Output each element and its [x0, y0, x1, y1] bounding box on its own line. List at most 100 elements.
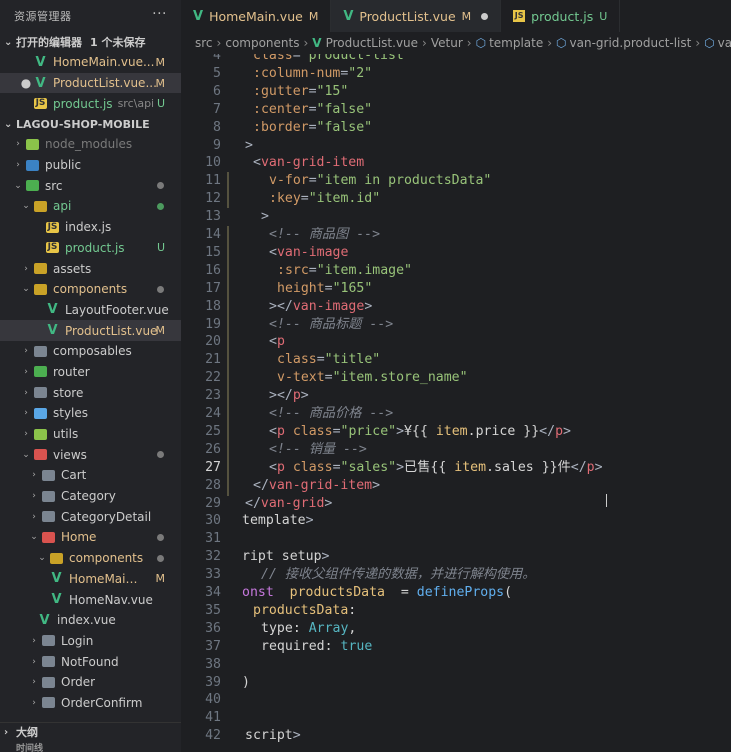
code-line[interactable]: 16:src="item.image": [181, 262, 731, 280]
code-line[interactable]: 9 >: [181, 137, 731, 155]
folder-icon: [42, 635, 55, 647]
tree-folder[interactable]: › Category: [0, 486, 181, 507]
line-number: 26: [205, 441, 221, 457]
tree-folder[interactable]: ⌄ Home: [0, 527, 181, 548]
tree-folder[interactable]: › NotFound: [0, 651, 181, 672]
code-line[interactable]: 5:column-num="2": [181, 65, 731, 83]
tab-product-js[interactable]: JS product.js U: [501, 0, 621, 32]
tree-folder[interactable]: › Login: [0, 631, 181, 652]
code-line[interactable]: 25 <p class="price">¥{{ item.price }}</p>: [181, 423, 731, 441]
unsaved-dot-icon[interactable]: [481, 12, 489, 20]
code-line[interactable]: 15 <van-image: [181, 244, 731, 262]
open-editor-item-active[interactable]: ● V ProductList.vue... M: [0, 72, 181, 94]
tree-folder[interactable]: › assets: [0, 258, 181, 279]
code-line[interactable]: 36 type: Array,: [181, 620, 731, 638]
tree-folder[interactable]: ⌄ api: [0, 196, 181, 217]
tree-label: Login: [61, 633, 94, 648]
code-line[interactable]: 18 ></van-image>: [181, 298, 731, 316]
open-editor-item[interactable]: JS product.js src\api U: [0, 93, 181, 114]
tree-folder[interactable]: › node_modules: [0, 134, 181, 155]
tree-folder[interactable]: ⌄ components: [0, 548, 181, 569]
code-line[interactable]: 10 <van-grid-item: [181, 154, 731, 172]
tree-file-active[interactable]: V ProductList.vue M: [0, 320, 181, 341]
breadcrumb-item[interactable]: components: [225, 36, 299, 50]
outline-section[interactable]: › 大纲: [0, 723, 181, 741]
breadcrumb-item[interactable]: ProductList.vue: [326, 36, 418, 50]
code-line[interactable]: 23 ></p>: [181, 387, 731, 405]
code-line[interactable]: 30 template>: [181, 512, 731, 530]
breadcrumb-item[interactable]: template: [489, 36, 543, 50]
code-line[interactable]: 34 onst productsData = defineProps(: [181, 584, 731, 602]
tree-folder[interactable]: › styles: [0, 403, 181, 424]
tree-file[interactable]: V index.vue: [0, 610, 181, 631]
tree-folder[interactable]: › public: [0, 155, 181, 176]
code-line[interactable]: 20 <p: [181, 333, 731, 351]
tree-folder[interactable]: › utils: [0, 424, 181, 445]
chevron-right-icon: ›: [24, 408, 28, 419]
tree-folder[interactable]: › router: [0, 362, 181, 383]
breadcrumb-item[interactable]: src: [195, 36, 213, 50]
tree-folder[interactable]: › composables: [0, 341, 181, 362]
tree-file[interactable]: JS product.js U: [0, 238, 181, 259]
tab-productlist[interactable]: V ProductList.vue M: [331, 0, 502, 32]
breadcrumb-item[interactable]: Vetur: [431, 36, 463, 50]
code-line[interactable]: 32 ript setup>: [181, 548, 731, 566]
code-line[interactable]: 12:key="item.id": [181, 190, 731, 208]
unsaved-dot-icon[interactable]: ●: [20, 76, 32, 90]
code-line[interactable]: 6:gutter="15": [181, 83, 731, 101]
code-line[interactable]: 19 <!-- 商品标题 -->: [181, 316, 731, 334]
code-line[interactable]: 31: [181, 530, 731, 548]
project-section[interactable]: ⌄ LAGOU-SHOP-MOBILE: [0, 114, 181, 134]
code-line[interactable]: 41: [181, 709, 731, 727]
code-line[interactable]: 38: [181, 656, 731, 674]
line-number: 36: [205, 620, 221, 636]
open-editor-item[interactable]: V HomeMain.vue... M: [0, 52, 181, 73]
code-line[interactable]: 22 v-text="item.store_name": [181, 369, 731, 387]
line-number: 29: [205, 495, 221, 511]
tree-folder[interactable]: › Cart: [0, 465, 181, 486]
code-line[interactable]: 29 </van-grid>: [181, 495, 731, 513]
code-line[interactable]: 27 <p class="sales">已售{{ item.sales }}件</…: [181, 459, 731, 477]
tree-folder[interactable]: › OrderConfirm: [0, 693, 181, 714]
code-line[interactable]: 8:border="false": [181, 119, 731, 137]
code-line[interactable]: 13 >: [181, 208, 731, 226]
breadcrumb-item[interactable]: van: [718, 36, 731, 50]
tree-folder[interactable]: › CategoryDetail: [0, 506, 181, 527]
tree-folder[interactable]: › store: [0, 382, 181, 403]
code-line[interactable]: 33 // 接收父组件传递的数据，并进行解构使用。: [181, 566, 731, 584]
code-line[interactable]: 28 </van-grid-item>: [181, 477, 731, 495]
open-editors-section[interactable]: ⌄ 打开的编辑器 1 个未保存: [0, 32, 181, 52]
tree-folder[interactable]: › Order: [0, 672, 181, 693]
tab-homemain[interactable]: V HomeMain.vue M: [181, 0, 332, 32]
tree-folder[interactable]: ⌄ src: [0, 175, 181, 196]
line-number: 37: [205, 638, 221, 654]
timeline-section[interactable]: 时间线: [0, 741, 181, 752]
code-line[interactable]: 35 productsData:: [181, 602, 731, 620]
code-line[interactable]: 40: [181, 691, 731, 709]
tree-file[interactable]: V HomeMain.... M: [0, 569, 181, 590]
tree-folder[interactable]: ⌄ components: [0, 279, 181, 300]
code-line[interactable]: 7:center="false": [181, 101, 731, 119]
editor-tabs: V HomeMain.vue M V ProductList.vue M JS …: [181, 0, 731, 32]
code-line[interactable]: 24 <!-- 商品价格 -->: [181, 405, 731, 423]
code-text: :key="item.id": [269, 191, 381, 207]
more-actions-icon[interactable]: ···: [152, 6, 167, 22]
tree-file[interactable]: JS index.js: [0, 217, 181, 238]
code-line[interactable]: 26 <!-- 销量 -->: [181, 441, 731, 459]
chevron-down-icon: ⌄: [14, 180, 22, 191]
breadcrumb-item[interactable]: van-grid.product-list: [570, 36, 692, 50]
tree-folder[interactable]: ⌄ views: [0, 444, 181, 465]
tree-label: Cart: [61, 468, 87, 483]
git-status-badge: M: [155, 572, 166, 586]
code-line[interactable]: 11 v-for="item in productsData": [181, 172, 731, 190]
tree-file[interactable]: V LayoutFooter.vue: [0, 300, 181, 321]
code-line[interactable]: 37 required: true: [181, 638, 731, 656]
code-line[interactable]: 39): [181, 674, 731, 692]
code-line[interactable]: 42 script>: [181, 727, 731, 745]
code-line[interactable]: 4 class="product-list": [181, 54, 731, 65]
code-line[interactable]: 14 <!-- 商品图 -->: [181, 226, 731, 244]
code-line[interactable]: 17 height="165": [181, 280, 731, 298]
code-line[interactable]: 21 class="title": [181, 351, 731, 369]
code-editor[interactable]: 4 class="product-list" 5:column-num="2" 6:g…: [181, 54, 731, 751]
tree-file[interactable]: V HomeNav.vue: [0, 589, 181, 610]
